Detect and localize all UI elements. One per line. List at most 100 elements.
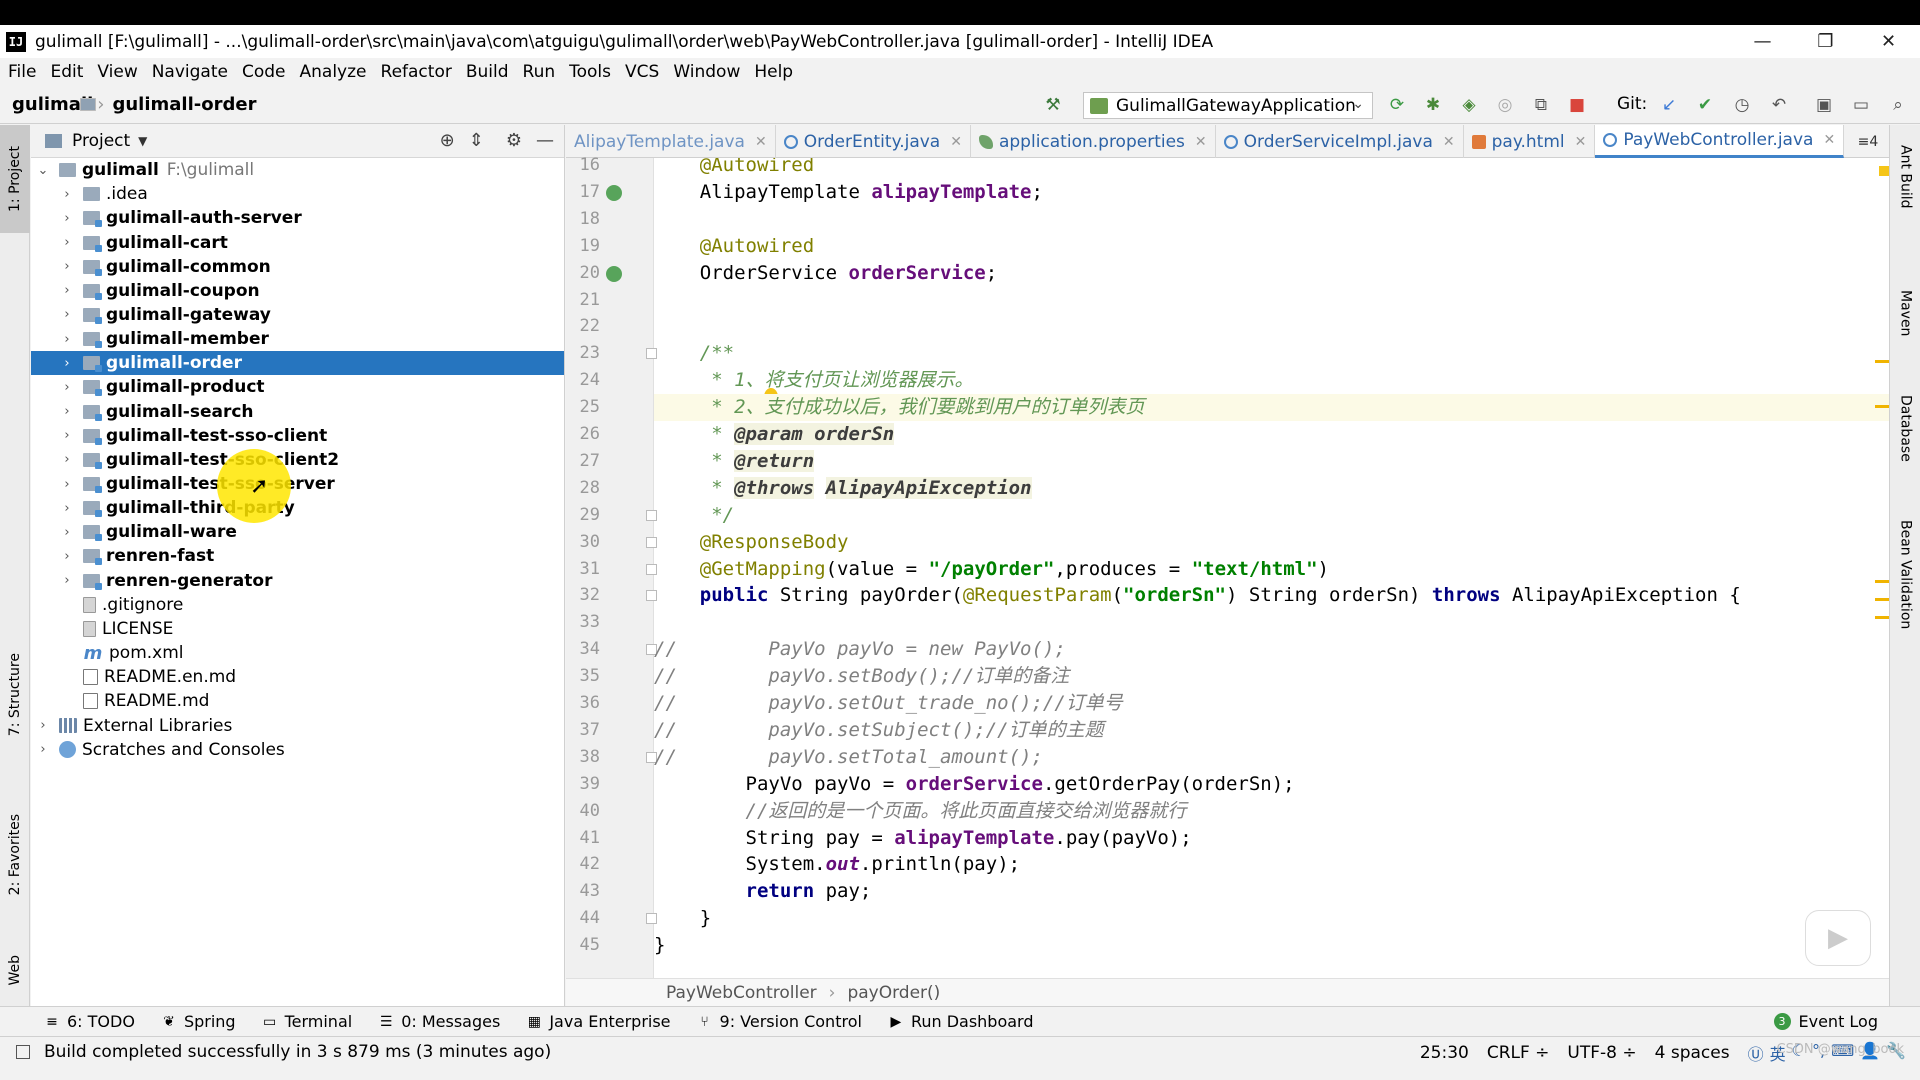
code-line[interactable]: @GetMapping(value = "/payOrder",produces… bbox=[654, 556, 1889, 583]
locate-icon[interactable]: ⊕ bbox=[440, 130, 455, 151]
chevron-right-icon[interactable]: › bbox=[35, 718, 51, 733]
menu-edit[interactable]: Edit bbox=[50, 62, 83, 82]
tree-item-gulimall-third-party[interactable]: › gulimall-third-party bbox=[31, 496, 564, 520]
code-line[interactable]: */ bbox=[654, 502, 1889, 529]
chevron-right-icon[interactable]: › bbox=[59, 549, 75, 564]
nav-breadcrumb-module[interactable]: gulimall-order bbox=[80, 94, 256, 115]
tree-item-readme-en-md[interactable]: README.en.md bbox=[31, 665, 564, 689]
bean-injection-icon[interactable] bbox=[606, 184, 622, 201]
chevron-right-icon[interactable]: › bbox=[59, 187, 75, 202]
menu-window[interactable]: Window bbox=[673, 62, 740, 82]
tree-item-gulimall-common[interactable]: › gulimall-common bbox=[31, 255, 564, 279]
code-line[interactable]: * @param orderSn bbox=[654, 421, 1889, 448]
tool-window-run-dashboard[interactable]: ▶ Run Dashboard bbox=[888, 1012, 1034, 1031]
code-line[interactable] bbox=[654, 313, 1889, 340]
chevron-right-icon[interactable]: › bbox=[59, 211, 75, 226]
breadcrumb-method[interactable]: payOrder() bbox=[847, 983, 940, 1003]
editor-tab-application-properties[interactable]: application.properties ✕ bbox=[971, 125, 1216, 158]
collapse-all-icon[interactable]: ⇕ bbox=[469, 130, 484, 151]
code-line[interactable]: @Autowired bbox=[654, 158, 1889, 179]
close-tab-icon[interactable]: ✕ bbox=[1195, 134, 1207, 150]
tree-item-gulimall-coupon[interactable]: › gulimall-coupon bbox=[31, 279, 564, 303]
tree-item-scratches-and-consoles[interactable]: › Scratches and Consoles bbox=[31, 738, 564, 762]
tree-item-gulimall-test-sso-server[interactable]: › gulimall-test-sso-server bbox=[31, 472, 564, 496]
debug-icon[interactable]: ✱ bbox=[1422, 94, 1444, 116]
chevron-right-icon[interactable]: › bbox=[59, 283, 75, 298]
tab-overflow-button[interactable]: ≡4 bbox=[1847, 125, 1889, 158]
chevron-right-icon[interactable]: › bbox=[59, 452, 75, 467]
code-area[interactable]: @Autowired AlipayTemplate alipayTemplate… bbox=[654, 158, 1889, 978]
code-line[interactable]: return pay; bbox=[654, 878, 1889, 905]
file-encoding[interactable]: UTF-8 ÷ bbox=[1567, 1043, 1636, 1063]
run-configuration-select[interactable]: GulimallGatewayApplication ⌄ bbox=[1083, 92, 1373, 119]
menu-build[interactable]: Build bbox=[466, 62, 509, 82]
tool-window-terminal[interactable]: ▭ Terminal bbox=[262, 1012, 352, 1031]
git-update-icon[interactable]: ↙ bbox=[1658, 94, 1680, 116]
close-tab-icon[interactable]: ✕ bbox=[950, 134, 962, 150]
project-structure-icon[interactable]: ▣ bbox=[1813, 94, 1835, 116]
chevron-down-icon[interactable]: ▼ bbox=[138, 134, 147, 148]
tree-item-gulimall-order[interactable]: › gulimall-order bbox=[31, 351, 564, 376]
chevron-right-icon[interactable]: › bbox=[59, 332, 75, 347]
search-icon[interactable]: ⌕ bbox=[1887, 94, 1909, 116]
tree-item-renren-fast[interactable]: › renren-fast bbox=[31, 544, 564, 568]
tree-item-gulimall-ware[interactable]: › gulimall-ware bbox=[31, 520, 564, 544]
status-message[interactable]: Build completed successfully in 3 s 879 … bbox=[44, 1042, 551, 1062]
tree-item-gulimall-auth-server[interactable]: › gulimall-auth-server bbox=[31, 206, 564, 230]
code-line[interactable]: @Autowired bbox=[654, 233, 1889, 260]
chevron-right-icon[interactable]: › bbox=[59, 307, 75, 322]
tool-tab-structure[interactable]: 7: Structure bbox=[0, 635, 30, 755]
code-line[interactable] bbox=[654, 206, 1889, 233]
code-line[interactable]: PayVo payVo = orderService.getOrderPay(o… bbox=[654, 771, 1889, 798]
menu-help[interactable]: Help bbox=[754, 62, 793, 82]
code-line[interactable]: // payVo.setOut_trade_no();//订单号 bbox=[654, 690, 1889, 717]
code-line[interactable]: } bbox=[654, 905, 1889, 932]
chevron-right-icon[interactable]: › bbox=[35, 742, 51, 757]
code-line[interactable]: /** bbox=[654, 340, 1889, 367]
chevron-down-icon[interactable]: ⌄ bbox=[35, 163, 51, 178]
git-commit-icon[interactable]: ✔ bbox=[1694, 94, 1716, 116]
git-history-icon[interactable]: ◷ bbox=[1731, 94, 1753, 116]
layout-icon[interactable]: ▭ bbox=[1850, 94, 1872, 116]
hide-panel-icon[interactable]: — bbox=[536, 130, 554, 151]
menu-vcs[interactable]: VCS bbox=[625, 62, 659, 82]
tree-item-gulimall-test-sso-client2[interactable]: › gulimall-test-sso-client2 bbox=[31, 448, 564, 472]
menu-analyze[interactable]: Analyze bbox=[300, 62, 367, 82]
tool-window-0-messages[interactable]: ☰ 0: Messages bbox=[378, 1012, 500, 1031]
chevron-right-icon[interactable]: › bbox=[59, 477, 75, 492]
caret-position[interactable]: 25:30 bbox=[1420, 1043, 1469, 1063]
tool-tab-project[interactable]: 1: Project bbox=[0, 125, 30, 233]
code-line[interactable] bbox=[654, 287, 1889, 314]
code-line[interactable]: public String payOrder(@RequestParam("or… bbox=[654, 582, 1889, 609]
profile-icon[interactable]: ◎ bbox=[1494, 94, 1516, 116]
menu-code[interactable]: Code bbox=[242, 62, 286, 82]
code-line[interactable]: AlipayTemplate alipayTemplate; bbox=[654, 179, 1889, 206]
code-line[interactable]: * @throws AlipayApiException bbox=[654, 475, 1889, 502]
git-rollback-icon[interactable]: ↶ bbox=[1768, 94, 1790, 116]
editor-tab-pay-html[interactable]: pay.html ✕ bbox=[1464, 125, 1596, 158]
code-line[interactable]: * 2、支付成功以后，我们要跳到用户的订单列表页 bbox=[654, 394, 1889, 421]
editor-tab-orderentity-java[interactable]: OrderEntity.java ✕ bbox=[776, 125, 971, 158]
editor-tab-paywebcontroller-java[interactable]: PayWebController.java ✕ bbox=[1595, 125, 1845, 158]
code-line[interactable]: // payVo.setBody();//订单的备注 bbox=[654, 663, 1889, 690]
build-hammer-icon[interactable]: ⚒ bbox=[1042, 94, 1064, 116]
indent-setting[interactable]: 4 spaces bbox=[1655, 1043, 1730, 1063]
code-line[interactable]: // PayVo payVo = new PayVo(); bbox=[654, 636, 1889, 663]
code-line[interactable]: //返回的是一个页面。将此页面直接交给浏览器就行 bbox=[654, 798, 1889, 825]
code-line[interactable]: @ResponseBody bbox=[654, 529, 1889, 556]
tree-item-readme-md[interactable]: README.md bbox=[31, 689, 564, 713]
restore-button[interactable]: ❐ bbox=[1794, 25, 1857, 58]
code-line[interactable]: String pay = alipayTemplate.pay(payVo); bbox=[654, 825, 1889, 852]
close-button[interactable]: ✕ bbox=[1857, 25, 1920, 58]
code-line[interactable]: * @return bbox=[654, 448, 1889, 475]
menu-tools[interactable]: Tools bbox=[569, 62, 611, 82]
bean-injection-icon[interactable] bbox=[606, 265, 622, 282]
menu-refactor[interactable]: Refactor bbox=[381, 62, 452, 82]
gear-icon[interactable]: ⚙ bbox=[506, 130, 522, 151]
close-tab-icon[interactable]: ✕ bbox=[1443, 134, 1455, 150]
tree-item-gitignore[interactable]: .gitignore bbox=[31, 593, 564, 617]
close-tab-icon[interactable]: ✕ bbox=[1823, 132, 1835, 148]
tree-item-gulimall-gateway[interactable]: › gulimall-gateway bbox=[31, 303, 564, 327]
code-line[interactable]: * 1、将支付页让浏览器展示。 bbox=[654, 367, 1889, 394]
tool-tab-bean-validation[interactable]: Bean Validation bbox=[1890, 520, 1920, 680]
